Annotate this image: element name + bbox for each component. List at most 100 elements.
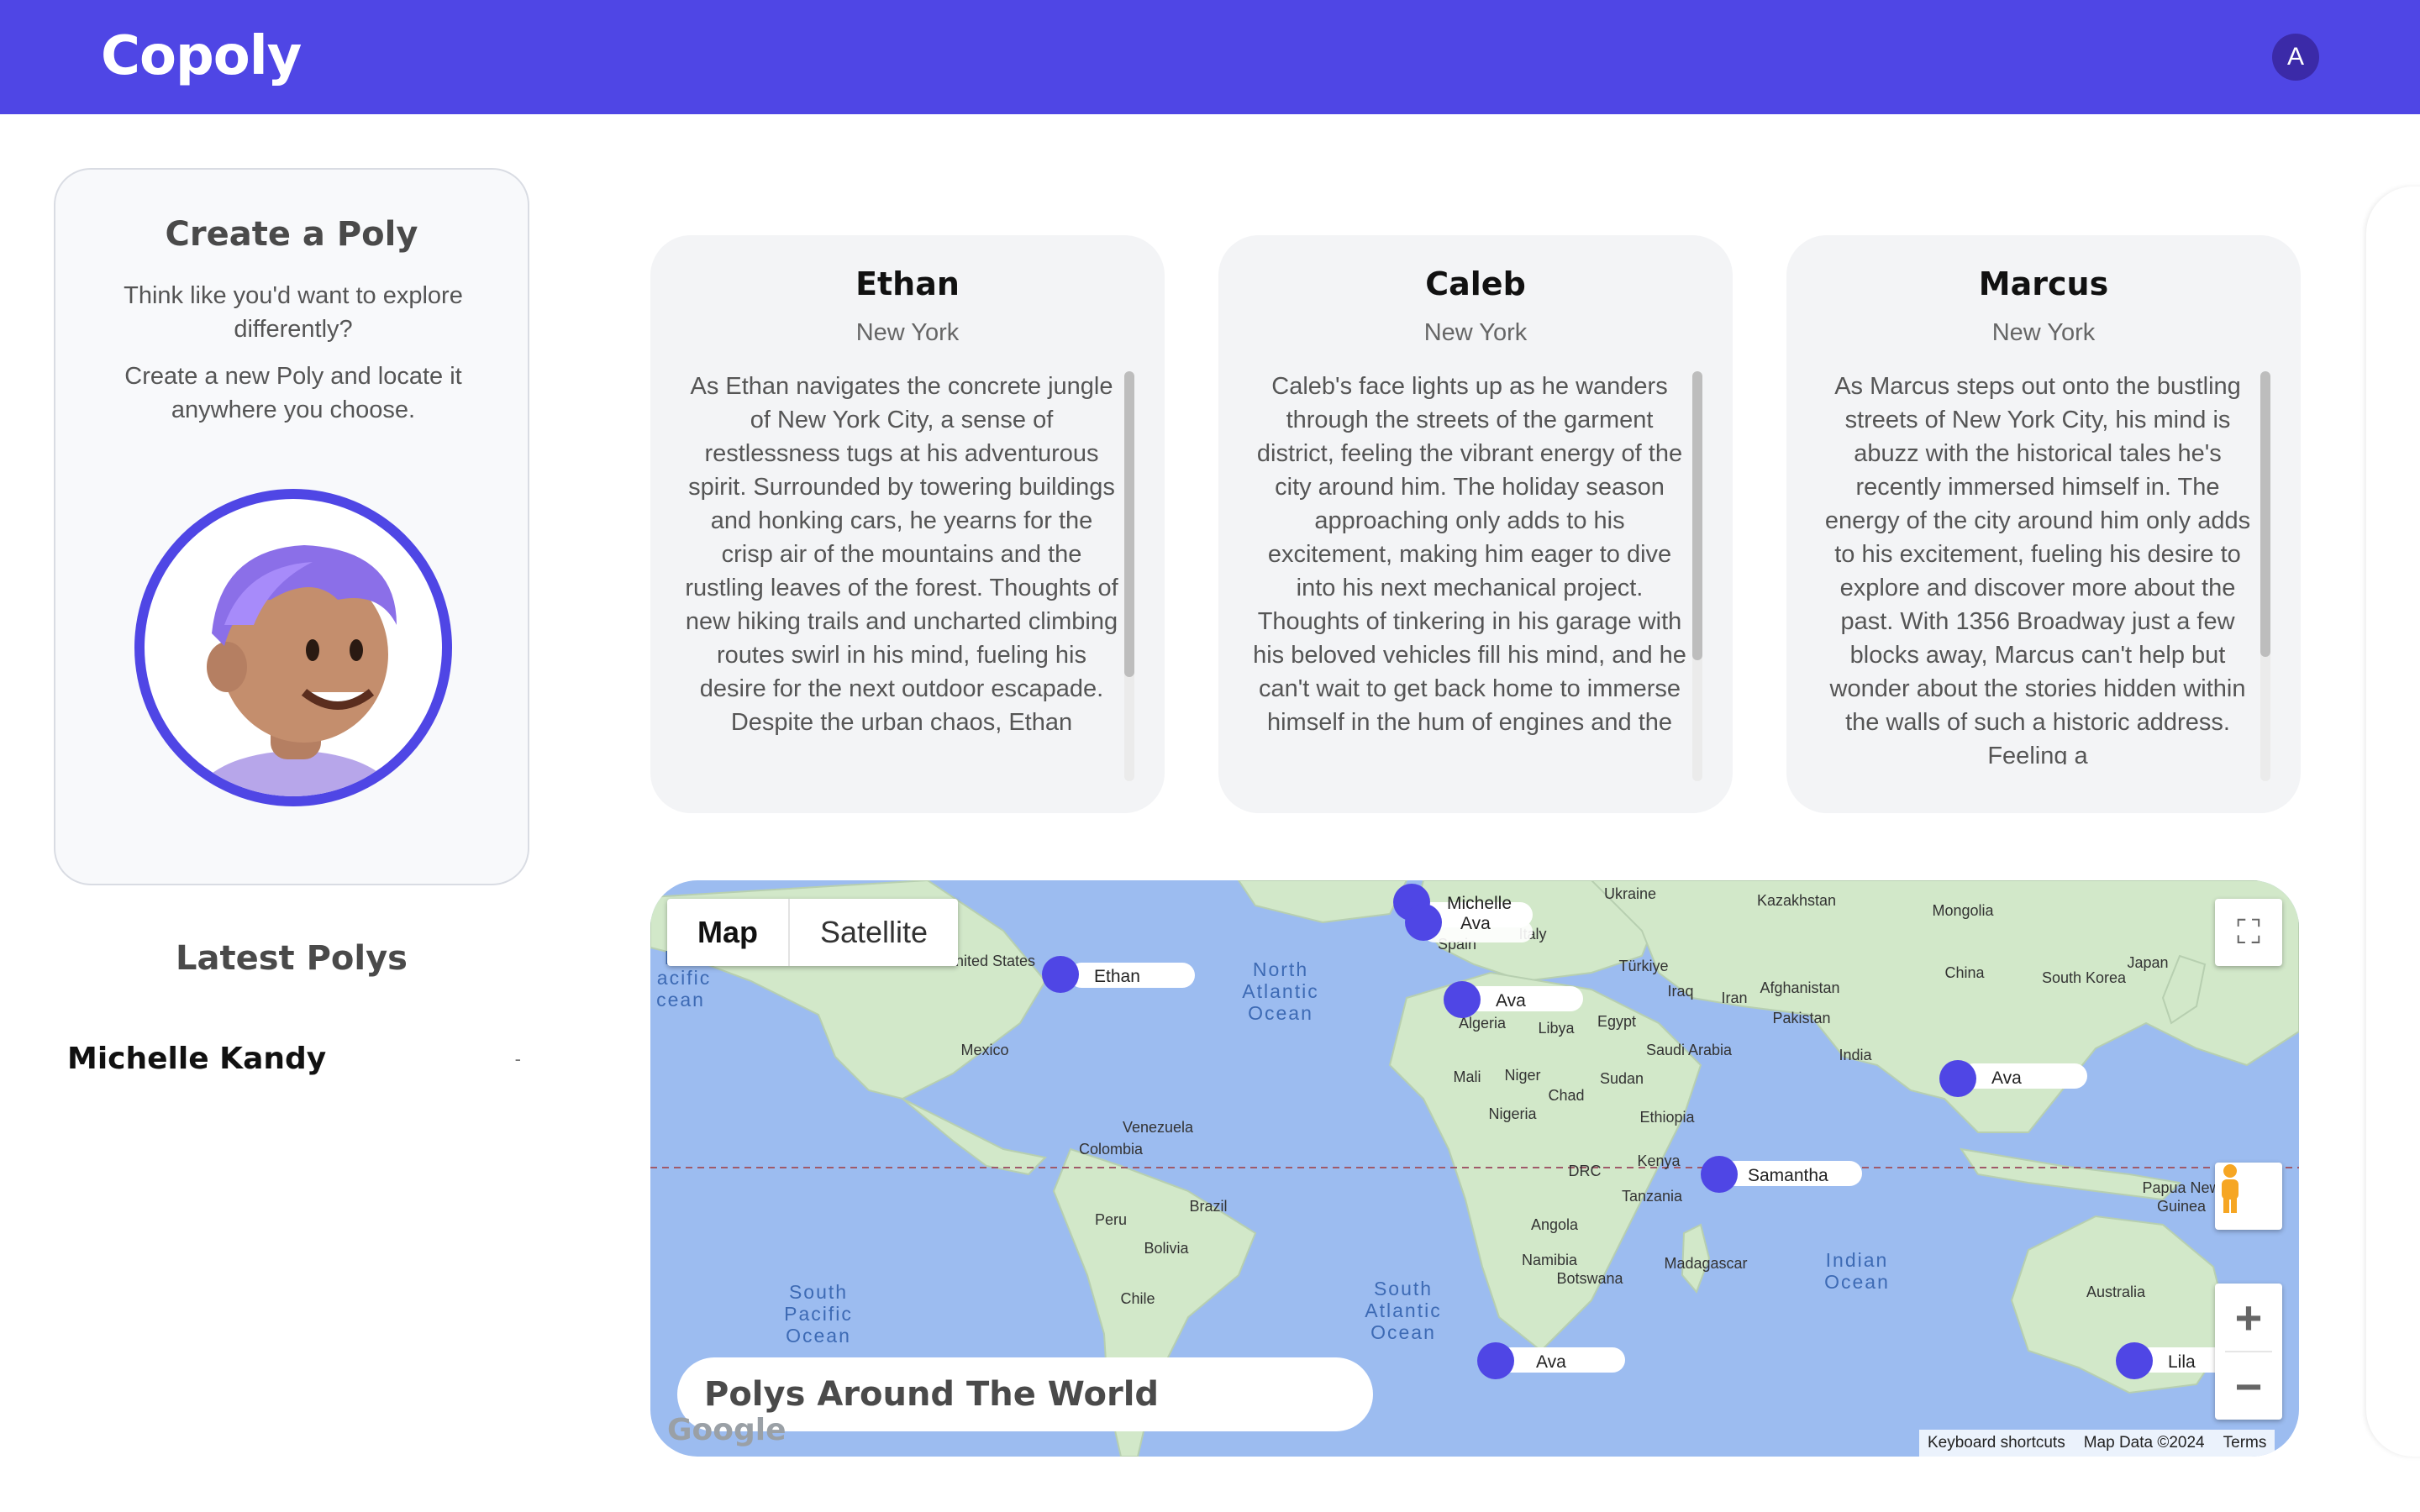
label-country: South Korea	[2042, 969, 2127, 986]
poly-story-scroll[interactable]: As Marcus steps out onto the bustling st…	[1820, 370, 2255, 764]
label-country: Guinea	[2157, 1198, 2207, 1215]
zoom-controls[interactable]: + −	[2215, 1284, 2282, 1420]
side-panel-edge	[2366, 186, 2420, 1457]
label-country: Peru	[1095, 1211, 1127, 1228]
scrollbar[interactable]	[1124, 371, 1134, 781]
poly-name: Ethan	[855, 265, 960, 302]
zoom-out-icon[interactable]: −	[2235, 1352, 2263, 1420]
label-south-atlantic-2: Atlantic	[1365, 1299, 1441, 1321]
label-country: Kazakhstan	[1757, 892, 1836, 909]
scrollbar[interactable]	[1692, 371, 1702, 781]
fullscreen-icon: ⛶	[2237, 913, 2260, 952]
latest-polys-title: Latest Polys	[176, 939, 408, 978]
label-north-pacific-2: acific	[657, 967, 711, 989]
label-indian-ocean: Indian	[1826, 1249, 1889, 1271]
label-country: Ethiopia	[1639, 1109, 1695, 1126]
poly-city: New York	[1991, 319, 2096, 346]
poly-name: Caleb	[1425, 265, 1526, 302]
label-country: Ukraine	[1604, 885, 1656, 902]
keyboard-shortcuts-link[interactable]: Keyboard shortcuts	[1928, 1434, 2065, 1452]
label-country: Angola	[1531, 1216, 1579, 1233]
marker-label: Ethan	[1094, 967, 1140, 986]
marker-label: Ava	[1991, 1068, 2022, 1088]
scrollbar-thumb[interactable]	[1692, 371, 1702, 660]
label-south-pacific-2: Pacific	[784, 1303, 853, 1325]
map-marker[interactable]: Ethan	[1042, 956, 1195, 993]
label-country: Saudi Arabia	[1646, 1042, 1733, 1058]
marker-label: Lila	[2168, 1352, 2196, 1372]
label-country: Iran	[1721, 990, 1747, 1006]
latest-poly-meta: -	[514, 1047, 521, 1069]
poly-story: As Marcus steps out onto the bustling st…	[1824, 373, 2251, 764]
latest-poly-item[interactable]: Michelle Kandy -	[67, 1042, 521, 1076]
create-poly-description: Create a new Poly and locate it anywhere…	[124, 363, 462, 423]
google-logo: Google	[667, 1413, 786, 1447]
map-type-toggle[interactable]: Map Satellite	[667, 899, 959, 966]
world-map[interactable]: North Atlantic Ocean South Pacific Ocean…	[650, 880, 2299, 1457]
label-country: India	[1839, 1047, 1872, 1063]
label-country: Libya	[1538, 1020, 1575, 1037]
poly-story: Caleb's face lights up as he wanders thr…	[1253, 373, 1686, 736]
label-country: Mexico	[960, 1042, 1008, 1058]
map-type-satellite-button[interactable]: Satellite	[790, 899, 958, 966]
label-country: Türkiye	[1618, 958, 1668, 974]
label-country: Mongolia	[1932, 902, 1994, 919]
scrollbar-thumb[interactable]	[2260, 371, 2270, 657]
label-north-atlantic-3: Ocean	[1248, 1002, 1313, 1024]
marker-label: Ava	[1496, 991, 1526, 1011]
label-country: Australia	[2086, 1284, 2146, 1300]
scrollbar-thumb[interactable]	[1124, 371, 1134, 677]
terms-link[interactable]: Terms	[2223, 1434, 2267, 1452]
map-marker[interactable]: Ava	[1477, 1342, 1625, 1379]
poly-card-caleb[interactable]: Caleb New York Caleb's face lights up as…	[1218, 235, 1733, 813]
user-avatar-button[interactable]: A	[2272, 34, 2319, 81]
label-country: Japan	[2127, 954, 2168, 971]
label-country: Mali	[1453, 1068, 1481, 1085]
scrollbar[interactable]	[2260, 371, 2270, 781]
label-country: Chile	[1120, 1290, 1155, 1307]
pegman-icon	[2222, 1164, 2238, 1213]
label-south-pacific: South	[789, 1281, 848, 1303]
label-country: DRC	[1569, 1163, 1602, 1179]
map-type-map-button[interactable]: Map	[667, 899, 788, 966]
poly-city: New York	[855, 319, 960, 346]
app-logo[interactable]: Copoly	[101, 25, 302, 87]
label-country: Colombia	[1079, 1141, 1144, 1158]
map-data-text: Map Data ©2024	[2083, 1434, 2205, 1452]
fullscreen-button[interactable]: ⛶	[2215, 899, 2282, 966]
label-country: Pakistan	[1772, 1010, 1830, 1026]
poly-card-ethan[interactable]: Ethan New York As Ethan navigates the co…	[650, 235, 1165, 813]
marker-label: Michelle	[1447, 894, 1512, 913]
map-attribution: Keyboard shortcuts Map Data ©2024 Terms	[1919, 1430, 2275, 1457]
street-view-pegman[interactable]	[2215, 1163, 2282, 1230]
marker-label: Ava	[1536, 1352, 1566, 1372]
label-country: Papua New	[2142, 1179, 2221, 1196]
label-country: Madagascar	[1664, 1255, 1747, 1272]
create-poly-card[interactable]: Create a Poly Think like you'd want to e…	[54, 168, 529, 885]
poly-card-marcus[interactable]: Marcus New York As Marcus steps out onto…	[1786, 235, 2301, 813]
poly-story: As Ethan navigates the concrete jungle o…	[685, 373, 1118, 736]
label-north-atlantic: North	[1253, 958, 1308, 980]
label-country: Afghanistan	[1760, 979, 1839, 996]
label-country: Namibia	[1522, 1252, 1578, 1268]
zoom-in-icon[interactable]: +	[2235, 1284, 2263, 1351]
poly-story-scroll[interactable]: As Ethan navigates the concrete jungle o…	[684, 370, 1119, 764]
label-south-pacific-3: Ocean	[786, 1325, 851, 1347]
marker-label: Samantha	[1748, 1166, 1828, 1185]
create-poly-title: Create a Poly	[165, 215, 418, 254]
label-country: Kenya	[1637, 1152, 1681, 1169]
label-country: Tanzania	[1622, 1188, 1683, 1205]
poly-avatar-image[interactable]	[134, 489, 452, 806]
marker-label: Ava	[1460, 914, 1491, 933]
poly-city: New York	[1423, 319, 1528, 346]
label-country: Chad	[1548, 1087, 1584, 1104]
label-country: Sudan	[1600, 1070, 1644, 1087]
poly-story-scroll[interactable]: Caleb's face lights up as he wanders thr…	[1252, 370, 1687, 764]
label-country: Iraq	[1667, 983, 1693, 1000]
label-north-pacific-3: cean	[656, 989, 705, 1011]
label-south-atlantic: South	[1374, 1278, 1433, 1299]
map-marker[interactable]: Samantha	[1701, 1156, 1862, 1193]
label-country: United States	[944, 953, 1035, 969]
latest-poly-name[interactable]: Michelle Kandy	[67, 1042, 326, 1076]
label-indian-ocean-2: Ocean	[1824, 1271, 1890, 1293]
